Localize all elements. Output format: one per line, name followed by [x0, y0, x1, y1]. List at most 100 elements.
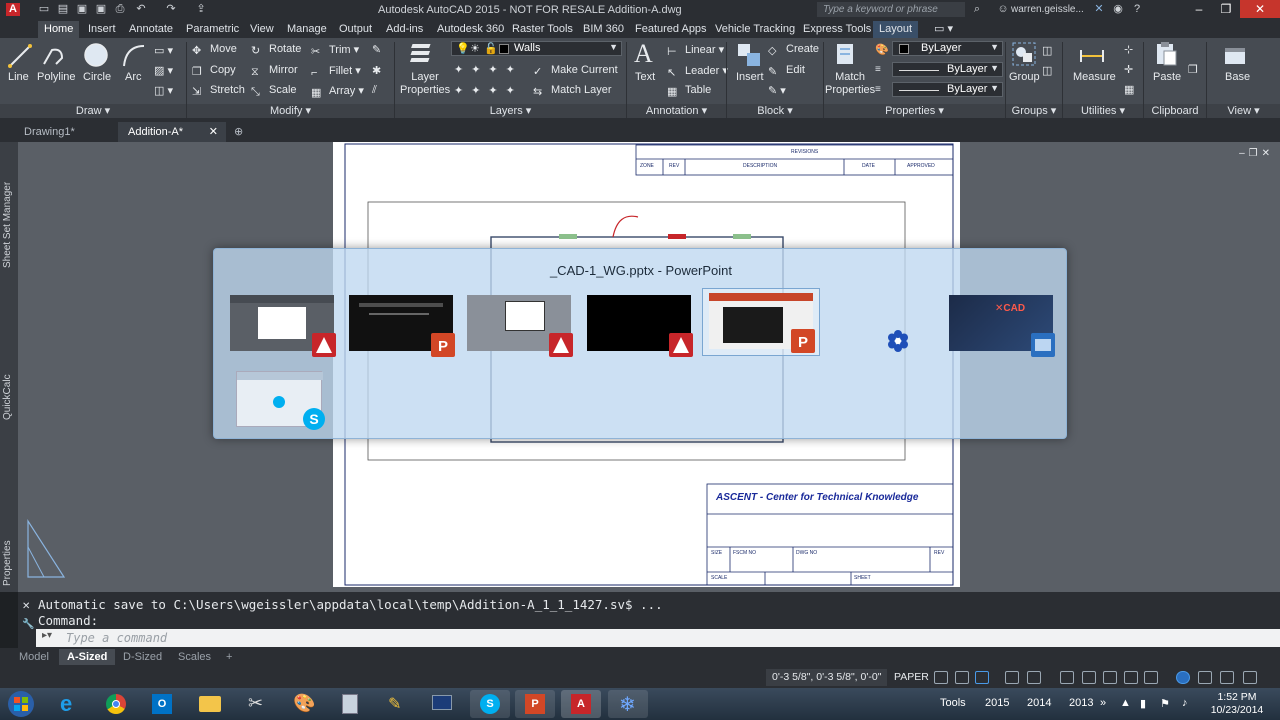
ribbon-options-icon[interactable]: ▭ ▾ [928, 21, 959, 38]
base-button[interactable]: Base [1225, 71, 1250, 83]
tab-raster-tools[interactable]: Raster Tools [506, 21, 579, 38]
paste-button[interactable]: Paste [1153, 71, 1181, 83]
color-dropdown[interactable]: ByLayer ▼ [892, 41, 1003, 56]
tab-insert[interactable]: Insert [82, 21, 122, 38]
start-button-icon[interactable] [5, 689, 37, 719]
arc-icon[interactable] [120, 42, 148, 70]
osnap-icon[interactable] [1005, 671, 1019, 684]
help-search-input[interactable]: Type a keyword or phrase [817, 2, 965, 17]
properties-palette[interactable]: Properties [2, 538, 16, 586]
save-as-icon[interactable]: ▣ [94, 3, 108, 16]
draw-more-icon[interactable]: ◫ ▾ [154, 84, 173, 97]
pencil-app-icon[interactable]: ✎ [376, 690, 416, 718]
panel-layers-title[interactable]: Layers ▾ [395, 104, 626, 118]
clean-screen-icon[interactable] [1220, 671, 1234, 684]
measure-button[interactable]: Measure [1073, 71, 1116, 83]
tray-2014[interactable]: 2014 [1027, 697, 1051, 709]
paper-space-toggle[interactable]: PAPER [890, 669, 933, 686]
network-icon[interactable]: ▮ [1140, 697, 1146, 710]
offset-icon[interactable]: ⫽ [372, 84, 377, 97]
quick-properties-icon[interactable] [1060, 671, 1074, 684]
powerpoint-taskbar-icon[interactable]: P [515, 690, 555, 718]
file-explorer-icon[interactable] [190, 690, 230, 718]
text-button[interactable]: Text [635, 71, 655, 83]
new-tab-icon[interactable]: ⊕ [228, 122, 243, 142]
hardware-acceleration-icon[interactable] [1176, 671, 1190, 684]
line-button[interactable]: Line [8, 71, 29, 83]
measure-icon[interactable] [1078, 42, 1106, 70]
internet-explorer-icon[interactable]: e [50, 690, 90, 718]
tab-model[interactable]: Model [11, 649, 57, 665]
command-input[interactable]: Type a command [36, 629, 1280, 647]
minimize-button[interactable]: – [1186, 0, 1212, 18]
explode-icon[interactable]: ✱ [372, 64, 381, 77]
polar-tracking-icon[interactable] [975, 671, 989, 684]
array-button[interactable]: ▦ Array ▾ [311, 84, 364, 99]
flag-icon[interactable]: ⚑ [1160, 697, 1170, 710]
tray-2013[interactable]: 2013 [1069, 697, 1093, 709]
calculator-icon[interactable]: ▦ [1124, 83, 1134, 96]
stretch-button[interactable]: ⇲ Stretch [192, 84, 245, 98]
tab-autodesk-360[interactable]: Autodesk 360 [431, 21, 510, 38]
layer-tools-row-1[interactable]: ✦✦✦✦ [454, 63, 523, 76]
circle-icon[interactable] [82, 41, 110, 69]
make-current-button[interactable]: ✓ Make Current [533, 64, 618, 78]
mirror-button[interactable]: ⧖ Mirror [251, 64, 298, 78]
paste-icon[interactable] [1152, 40, 1180, 68]
switcher-item-autocad-1[interactable] [230, 293, 336, 357]
outlook-icon[interactable]: O [142, 690, 182, 718]
tray-tools[interactable]: Tools [940, 697, 966, 709]
polyline-button[interactable]: Polyline [37, 71, 76, 83]
close-button[interactable]: ✕ [1240, 0, 1280, 18]
skype-taskbar-icon[interactable]: S [470, 690, 510, 718]
plot-icon[interactable]: ⎙ [113, 3, 127, 16]
switcher-item-powerpoint-1[interactable]: P [349, 293, 455, 357]
switcher-item-autocad-3[interactable] [587, 293, 693, 357]
user-name[interactable]: warren.geissle... [1011, 4, 1084, 15]
hatch-icon[interactable]: ▨ ▾ [154, 64, 173, 77]
panel-utilities-title[interactable]: Utilities ▾ [1063, 104, 1143, 118]
open-file-icon[interactable]: ▤ [56, 3, 70, 16]
ungroup-icon[interactable]: ◫ [1042, 44, 1052, 57]
panel-groups-title[interactable]: Groups ▾ [1006, 104, 1062, 118]
close-icon[interactable]: ✕ [209, 122, 218, 142]
annotation-scale-icon[interactable] [1082, 671, 1096, 684]
match-properties-button[interactable]: Match Properties [825, 71, 875, 97]
match-properties-icon[interactable] [833, 41, 861, 69]
workspace-icon[interactable] [1103, 671, 1117, 684]
autocad-app-icon[interactable]: A [6, 3, 20, 16]
volume-icon[interactable]: ♪ [1182, 697, 1188, 709]
table-button[interactable]: ▦ Table [667, 84, 711, 98]
group-icon[interactable] [1010, 40, 1038, 68]
insert-button[interactable]: Insert [736, 71, 764, 83]
circle-button[interactable]: Circle [83, 71, 111, 83]
viewport-controls[interactable]: –❐✕ [1239, 148, 1274, 159]
insert-block-icon[interactable] [735, 41, 763, 69]
tab-annotate[interactable]: Annotate [123, 21, 179, 38]
fillet-button[interactable]: ⌐ Fillet ▾ [311, 64, 361, 79]
redo-icon[interactable]: ↷ [164, 3, 178, 16]
panel-modify-title[interactable]: Modify ▾ [187, 104, 394, 118]
quickcalc-palette[interactable]: QuickCalc [2, 364, 16, 420]
file-tab-drawing1[interactable]: Drawing1* [14, 122, 114, 142]
copy-clip-icon[interactable]: ❐ [1188, 63, 1198, 76]
edit-block-button[interactable]: ✎ Edit [768, 64, 805, 78]
exchange-apps-icon[interactable]: ✕ [1092, 3, 1106, 16]
tab-add-ins[interactable]: Add-ins [380, 21, 429, 38]
lineweight-dropdown[interactable]: ByLayer ▼ [892, 82, 1003, 97]
linetype-dropdown[interactable]: ByLayer ▼ [892, 62, 1003, 77]
tab-bim-360[interactable]: BIM 360 [577, 21, 630, 38]
taskbar-clock[interactable]: 1:52 PM 10/23/2014 [1207, 691, 1267, 717]
polyline-icon[interactable] [40, 42, 68, 70]
restore-button[interactable]: ❐ [1213, 0, 1239, 18]
copy-button[interactable]: ❐ Copy [192, 64, 236, 78]
tab-parametric[interactable]: Parametric [180, 21, 245, 38]
tab-view[interactable]: View [244, 21, 280, 38]
arc-button[interactable]: Arc [125, 71, 142, 83]
move-button[interactable]: ✥ Move [192, 43, 237, 57]
switcher-item-skype[interactable]: S [236, 369, 325, 430]
share-icon[interactable]: ⇪ [194, 3, 208, 16]
isolate-objects-icon[interactable] [1198, 671, 1212, 684]
tab-featured-apps[interactable]: Featured Apps [629, 21, 713, 38]
line-icon[interactable] [6, 42, 34, 70]
